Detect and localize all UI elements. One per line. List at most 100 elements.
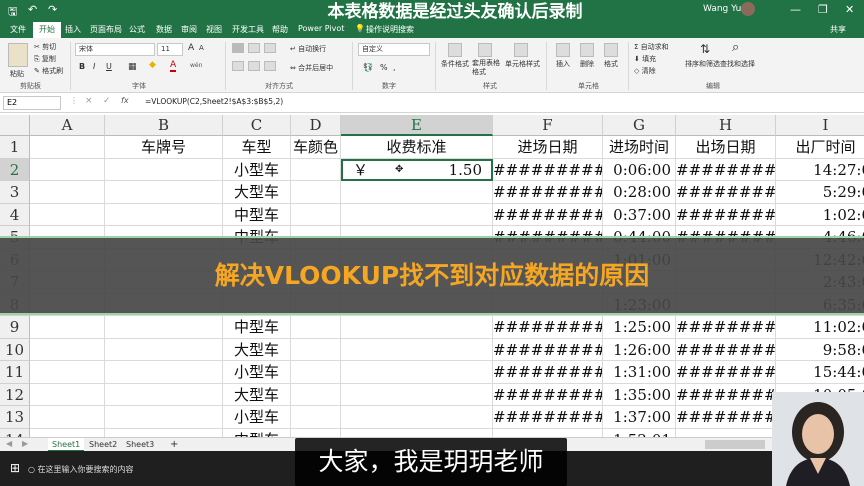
fee-cell[interactable] xyxy=(341,181,493,204)
share-button[interactable]: 共享 xyxy=(830,24,846,35)
tab-review[interactable]: 审阅 xyxy=(181,24,197,35)
redo-icon[interactable]: ↷ xyxy=(48,3,57,16)
exit-time-cell[interactable]: 1:02:0 xyxy=(776,204,864,226)
entry-date-cell[interactable]: ############ xyxy=(493,406,603,429)
row-header[interactable]: 2 xyxy=(0,158,30,181)
avatar[interactable] xyxy=(741,2,755,16)
entry-time-cell[interactable]: 1:52:01 xyxy=(603,428,676,437)
header-cell[interactable]: 进场日期 xyxy=(493,136,603,159)
sheet-tab-sheet2[interactable]: Sheet2 xyxy=(85,438,121,452)
row-header[interactable]: 3 xyxy=(0,181,30,204)
tab-file[interactable]: 文件 xyxy=(10,24,26,35)
delete-cells-button[interactable]: 删除 xyxy=(580,59,594,69)
entry-time-cell[interactable]: 1:35:00 xyxy=(603,383,676,406)
border-icon[interactable]: ▦ xyxy=(128,62,137,72)
table-cell[interactable] xyxy=(291,406,341,429)
sheet-tab-sheet1[interactable]: Sheet1 xyxy=(48,438,85,452)
header-cell[interactable]: 收费标准 xyxy=(341,136,493,159)
align-center-icon[interactable] xyxy=(248,61,260,71)
windows-start-icon[interactable]: ⊞ xyxy=(10,461,20,475)
name-box[interactable]: E2 xyxy=(3,96,61,110)
sheet-tab-sheet3[interactable]: Sheet3 xyxy=(122,438,158,452)
autosum-button[interactable]: Σ 自动求和 xyxy=(634,42,669,52)
fee-cell[interactable] xyxy=(341,316,493,339)
table-cell[interactable] xyxy=(30,383,105,406)
vehicle-type-cell[interactable]: 大型车 xyxy=(223,181,291,204)
table-cell[interactable] xyxy=(291,428,341,437)
table-cell[interactable] xyxy=(291,158,341,181)
formula-input[interactable]: =VLOOKUP(C2,Sheet2!$A$3:$B$5,2) xyxy=(145,97,283,106)
header-cell[interactable]: 车牌号 xyxy=(105,136,223,159)
table-cell[interactable] xyxy=(291,316,341,339)
copy-button[interactable]: ⎘ 复制 xyxy=(34,54,56,64)
table-cell[interactable] xyxy=(30,361,105,384)
align-top-icon[interactable] xyxy=(232,43,244,53)
sort-filter-icon[interactable]: ⇅ xyxy=(700,42,710,56)
table-cell[interactable] xyxy=(30,428,105,437)
wrap-text-button[interactable]: ↵ 自动换行 xyxy=(290,44,326,54)
exit-date-cell[interactable]: ########### xyxy=(676,361,776,384)
format-painter-button[interactable]: ✎ 格式刷 xyxy=(34,66,63,76)
column-header-h[interactable]: H xyxy=(676,115,776,136)
table-cell[interactable] xyxy=(105,428,223,437)
entry-time-cell[interactable]: 1:31:00 xyxy=(603,361,676,384)
exit-date-cell[interactable] xyxy=(676,428,776,437)
cell-styles-button[interactable]: 单元格样式 xyxy=(505,59,540,69)
comma-button[interactable]: , xyxy=(393,63,396,72)
tab-page-layout[interactable]: 页面布局 xyxy=(90,24,122,35)
table-cell[interactable] xyxy=(30,406,105,429)
exit-time-cell[interactable]: 9:58:0 xyxy=(776,339,864,361)
entry-date-cell[interactable]: ############ xyxy=(493,383,603,406)
cancel-formula-button[interactable]: × xyxy=(85,96,93,106)
tab-insert[interactable]: 插入 xyxy=(65,24,81,35)
fee-cell[interactable] xyxy=(341,406,493,429)
entry-time-cell[interactable]: 0:28:00 xyxy=(603,181,676,204)
font-color-button[interactable]: A xyxy=(170,60,177,72)
delete-cells-icon[interactable] xyxy=(580,43,594,57)
row-header[interactable]: 1 xyxy=(0,136,30,159)
vehicle-type-cell[interactable]: 中型车 xyxy=(223,316,291,339)
italic-button[interactable]: I xyxy=(93,62,95,71)
table-cell[interactable] xyxy=(105,203,223,226)
entry-date-cell[interactable]: ############ xyxy=(493,203,603,226)
minimize-icon[interactable]: — xyxy=(790,3,801,16)
exit-time-cell[interactable]: 11:02:0 xyxy=(776,316,864,339)
tab-data[interactable]: 数据 xyxy=(156,24,172,35)
header-cell[interactable]: 出厂时间 xyxy=(776,136,864,159)
entry-time-cell[interactable]: 1:25:00 xyxy=(603,316,676,339)
row-header[interactable]: 11 xyxy=(0,361,30,384)
tab-power-pivot[interactable]: Power Pivot xyxy=(298,24,344,33)
vehicle-type-cell[interactable]: 小型车 xyxy=(223,158,291,181)
insert-cells-icon[interactable] xyxy=(556,43,570,57)
exit-date-cell[interactable]: ########### xyxy=(676,406,776,429)
fee-cell[interactable] xyxy=(341,361,493,384)
table-cell[interactable] xyxy=(30,158,105,181)
vehicle-type-cell[interactable]: 小型车 xyxy=(223,406,291,429)
find-select-button[interactable]: 查找和选择 xyxy=(720,59,755,69)
align-middle-icon[interactable] xyxy=(248,43,260,53)
tab-developer[interactable]: 开发工具 xyxy=(232,24,264,35)
shrink-font-button[interactable]: A xyxy=(199,44,204,52)
table-cell[interactable] xyxy=(105,406,223,429)
insert-cells-button[interactable]: 插入 xyxy=(556,59,570,69)
fee-cell[interactable] xyxy=(341,428,493,437)
enter-formula-button[interactable]: ✓ xyxy=(103,96,111,106)
column-header-c[interactable]: C xyxy=(223,115,291,136)
save-icon[interactable]: 🖫 xyxy=(8,3,17,22)
row-header[interactable]: 12 xyxy=(0,383,30,406)
view-mode-buttons[interactable] xyxy=(705,440,765,449)
table-cell[interactable] xyxy=(105,383,223,406)
vehicle-type-cell[interactable]: 小型车 xyxy=(223,361,291,384)
header-cell[interactable]: 进场时间 xyxy=(603,136,676,159)
header-cell[interactable] xyxy=(30,136,105,159)
cut-button[interactable]: ✂ 剪切 xyxy=(34,42,56,52)
exit-date-cell[interactable]: ########### xyxy=(676,203,776,226)
phonetic-button[interactable]: wén xyxy=(190,62,202,69)
table-cell[interactable] xyxy=(291,383,341,406)
exit-date-cell[interactable]: ########### xyxy=(676,383,776,406)
exit-date-cell[interactable]: ########### xyxy=(676,316,776,339)
fill-color-icon[interactable]: ◆ xyxy=(149,60,156,70)
close-icon[interactable]: ✕ xyxy=(845,3,854,16)
tab-home[interactable]: 开始 xyxy=(33,22,61,38)
exit-date-cell[interactable]: ########### xyxy=(676,158,776,181)
